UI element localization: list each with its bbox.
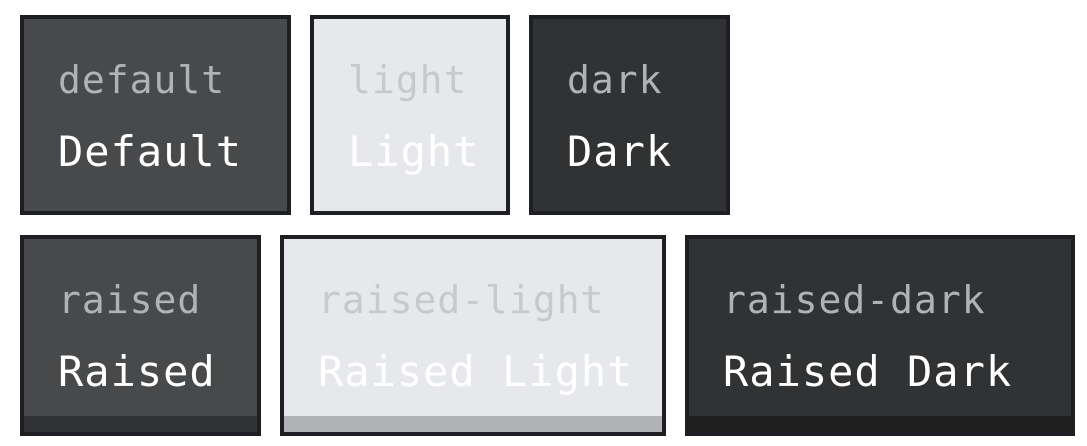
raised-edge [24,416,257,432]
tile-dark[interactable]: dark Dark [529,15,730,215]
variant-name: raised-light [318,278,605,322]
variant-label: Dark [567,127,673,176]
variant-label: Light [348,127,480,176]
variant-name: raised-dark [723,278,986,322]
tile-default[interactable]: default Default [20,15,291,215]
variant-name: dark [567,58,663,102]
variant-name: raised [58,278,202,322]
raised-edge [689,416,1071,432]
raised-edge [284,416,662,432]
variant-name: default [58,58,226,102]
variant-label: Raised [58,347,216,396]
tile-light[interactable]: light Light [310,15,510,215]
variant-label: Raised Dark [723,347,1013,396]
variant-label: Raised Light [318,347,634,396]
tile-raised-light[interactable]: raised-light Raised Light [280,235,666,436]
variant-name: light [348,58,468,102]
tile-raised[interactable]: raised Raised [20,235,261,436]
variant-label: Default [58,127,243,176]
tile-raised-dark[interactable]: raised-dark Raised Dark [685,235,1075,436]
